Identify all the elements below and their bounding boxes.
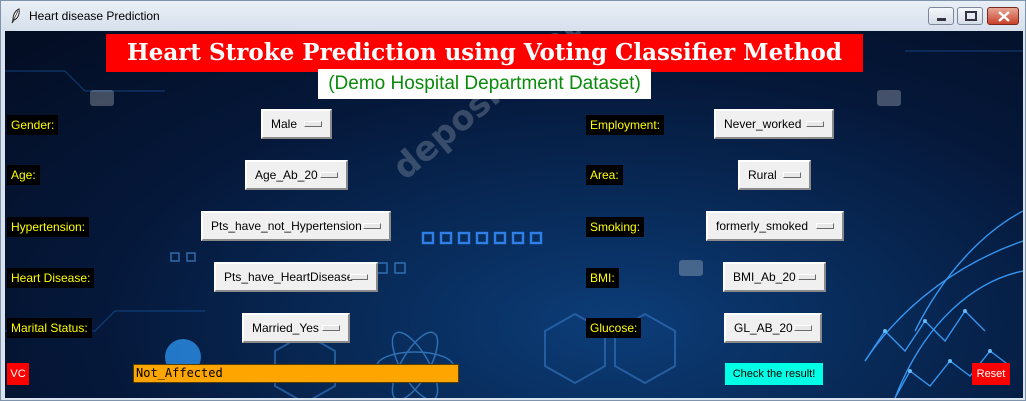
- area-value: Rural: [748, 168, 777, 182]
- page-subtitle: (Demo Hospital Department Dataset): [318, 69, 651, 99]
- dropdown-indicator-icon: [798, 274, 816, 280]
- heart-disease-dropdown[interactable]: Pts_have_HeartDisease: [214, 262, 378, 292]
- bmi-dropdown[interactable]: BMI_Ab_20: [723, 262, 826, 292]
- gender-value: Male: [271, 117, 298, 131]
- dropdown-indicator-icon: [322, 325, 340, 331]
- dropdown-indicator-icon: [320, 172, 338, 178]
- glucose-value: GL_AB_20: [734, 321, 793, 335]
- dropdown-indicator-icon: [816, 223, 834, 229]
- marital-status-value: Married_Yes: [252, 321, 319, 335]
- age-label: Age:: [7, 165, 40, 185]
- maximize-icon: [965, 11, 977, 21]
- marital-status-label: Marital Status:: [7, 318, 92, 338]
- dropdown-indicator-icon: [806, 121, 824, 127]
- feather-icon: [11, 8, 20, 24]
- maximize-button[interactable]: [957, 7, 983, 25]
- bmi-label: BMI:: [586, 268, 619, 288]
- age-dropdown[interactable]: Age_Ab_20: [245, 160, 348, 190]
- glucose-dropdown[interactable]: GL_AB_20: [724, 313, 822, 343]
- gender-dropdown[interactable]: Male: [261, 109, 332, 139]
- title-bar[interactable]: Heart disease Prediction: [1, 1, 1025, 31]
- dropdown-indicator-icon: [794, 325, 812, 331]
- vc-button[interactable]: VC: [7, 363, 29, 385]
- dropdown-indicator-icon: [363, 223, 381, 229]
- employment-value: Never_worked: [724, 117, 802, 131]
- marital-status-dropdown[interactable]: Married_Yes: [242, 313, 350, 343]
- smoking-value: formerly_smoked: [716, 219, 809, 233]
- window-title: Heart disease Prediction: [29, 9, 160, 23]
- close-icon: [998, 11, 1010, 22]
- area-label: Area:: [586, 165, 623, 185]
- minimize-button[interactable]: [928, 7, 954, 25]
- glucose-label: Glucose:: [586, 318, 642, 338]
- area-dropdown[interactable]: Rural: [738, 160, 811, 190]
- page-title: Heart Stroke Prediction using Voting Cla…: [106, 34, 863, 72]
- gender-label: Gender:: [7, 115, 59, 135]
- app-window: Heart disease Prediction depositphotos H…: [0, 0, 1026, 401]
- main-canvas: depositphotos Heart Stroke Prediction us…: [5, 31, 1023, 398]
- minimize-icon: [937, 18, 946, 21]
- hypertension-dropdown[interactable]: Pts_have_not_Hypertension: [201, 211, 391, 241]
- hypertension-value: Pts_have_not_Hypertension: [211, 219, 362, 233]
- result-field: Not_Affected: [133, 364, 459, 383]
- check-result-button[interactable]: Check the result!: [725, 363, 823, 385]
- dropdown-indicator-icon: [783, 172, 801, 178]
- employment-dropdown[interactable]: Never_worked: [714, 109, 834, 139]
- close-button[interactable]: [987, 7, 1019, 25]
- heart-disease-value: Pts_have_HeartDisease: [224, 270, 354, 284]
- bmi-value: BMI_Ab_20: [733, 270, 796, 284]
- heart-disease-label: Heart Disease:: [7, 268, 95, 288]
- hypertension-label: Hypertension:: [7, 217, 90, 237]
- age-value: Age_Ab_20: [255, 168, 318, 182]
- smoking-label: Smoking:: [586, 217, 645, 237]
- dropdown-indicator-icon: [304, 121, 322, 127]
- dropdown-indicator-icon: [350, 274, 368, 280]
- smoking-dropdown[interactable]: formerly_smoked: [706, 211, 844, 241]
- reset-button[interactable]: Reset: [972, 363, 1010, 385]
- employment-label: Employment:: [586, 115, 665, 135]
